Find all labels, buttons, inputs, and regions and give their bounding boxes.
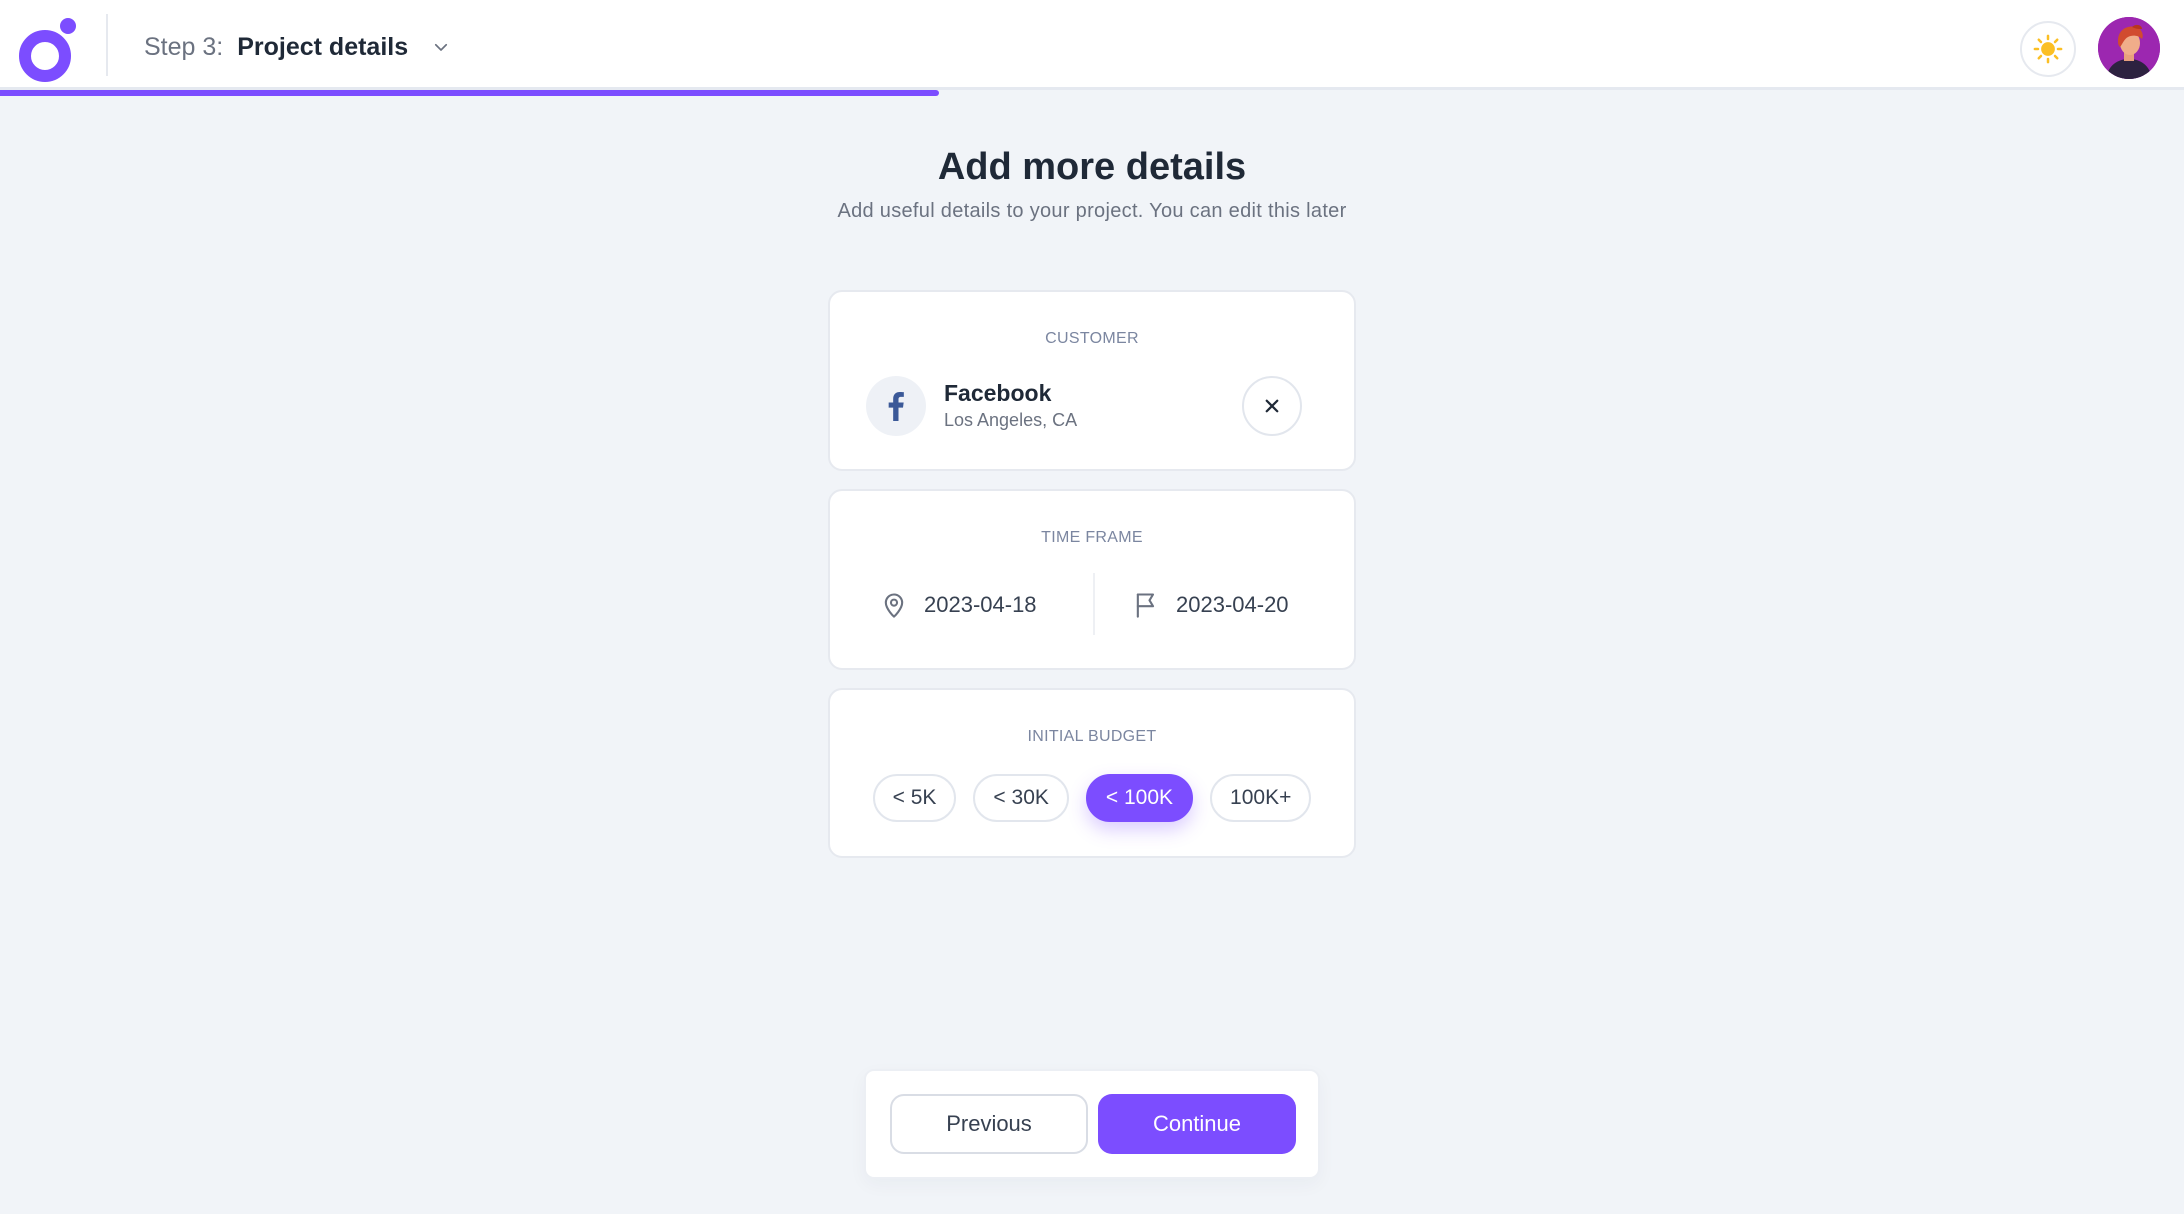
theme-toggle-button[interactable]	[2020, 21, 2076, 77]
facebook-icon	[888, 392, 904, 421]
logo-dot	[60, 18, 76, 34]
app-logo[interactable]	[18, 16, 80, 82]
customer-name: Facebook	[944, 380, 1052, 406]
date-divider	[1093, 573, 1095, 635]
header-divider	[106, 14, 108, 76]
sun-icon	[2033, 34, 2063, 64]
time-frame-card: TIME FRAME 2023-04-18 2023-04-20	[828, 489, 1356, 670]
user-avatar[interactable]	[2098, 17, 2160, 79]
wizard-progress-bar	[0, 90, 940, 96]
budget-option-5k[interactable]: < 5K	[872, 774, 957, 822]
avatar-illustration	[2098, 17, 2160, 79]
end-date-value: 2023-04-20	[1176, 592, 1289, 617]
previous-button[interactable]: Previous	[890, 1094, 1088, 1154]
remove-customer-button[interactable]	[1242, 376, 1302, 436]
close-icon	[1265, 399, 1279, 413]
customer-logo	[866, 376, 926, 436]
logo-ring	[19, 30, 71, 82]
customer-label: CUSTOMER	[1045, 330, 1139, 347]
continue-button[interactable]: Continue	[1098, 1094, 1296, 1154]
initial-budget-card: INITIAL BUDGET < 5K < 30K < 100K 100K+	[828, 688, 1356, 858]
budget-options: < 5K < 30K < 100K 100K+	[830, 774, 1354, 822]
map-pin-icon	[884, 593, 904, 618]
start-date-field[interactable]: 2023-04-18	[880, 591, 1037, 619]
chevron-down-icon	[435, 43, 448, 51]
customer-card: CUSTOMER Facebook Los Angeles, CA	[828, 290, 1356, 471]
step-title: Project details	[237, 32, 409, 61]
budget-option-100k-plus[interactable]: 100K+	[1210, 774, 1312, 822]
step-number: Step 3:	[144, 32, 224, 61]
top-bar: Step 3: Project details	[0, 0, 2184, 90]
page-subtitle: Add useful details to your project. You …	[837, 200, 1347, 222]
page-title: Add more details	[937, 146, 1247, 188]
flag-icon	[1136, 593, 1155, 618]
budget-option-100k[interactable]: < 100K	[1085, 774, 1194, 822]
start-date-value: 2023-04-18	[924, 592, 1037, 617]
budget-label: INITIAL BUDGET	[1027, 728, 1157, 745]
time-frame-label: TIME FRAME	[1041, 529, 1143, 546]
customer-location: Los Angeles, CA	[944, 410, 1078, 430]
end-date-field[interactable]: 2023-04-20	[1132, 591, 1289, 619]
wizard-footer: Previous Continue	[864, 1069, 1320, 1179]
step-selector[interactable]: Step 3: Project details	[144, 32, 450, 62]
budget-option-30k[interactable]: < 30K	[973, 774, 1069, 822]
